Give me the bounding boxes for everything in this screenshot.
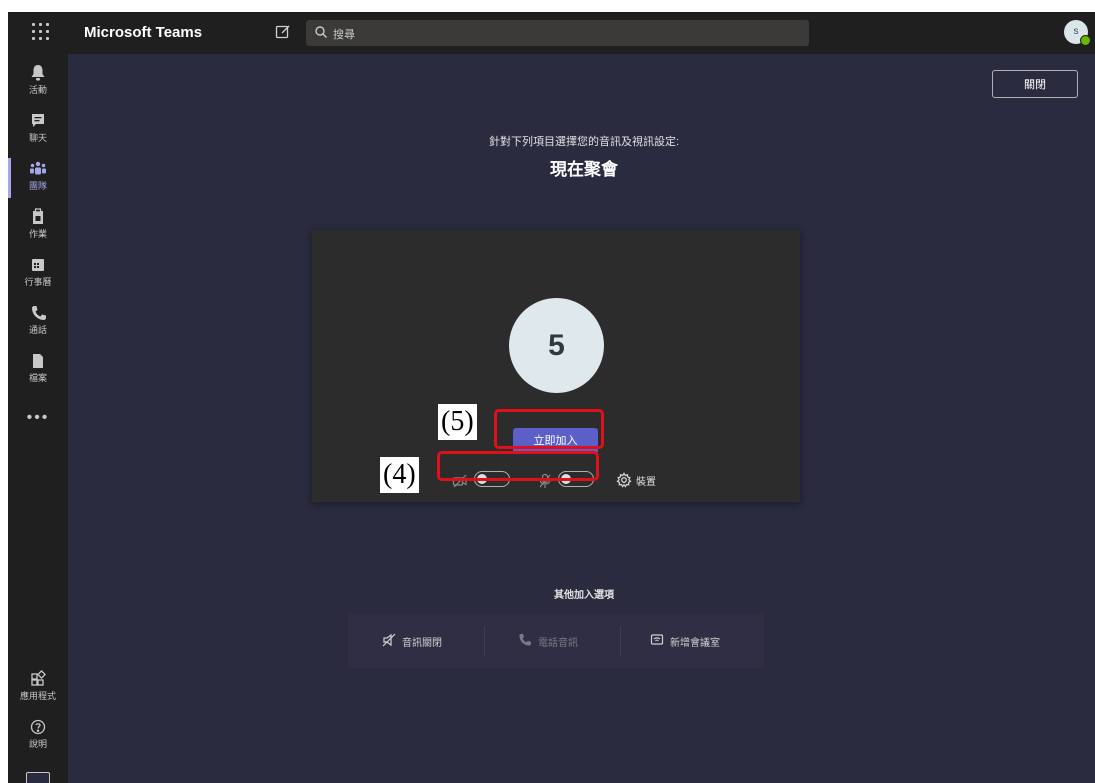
help-icon bbox=[30, 719, 46, 735]
rail-item-teams[interactable]: 團隊 bbox=[8, 156, 68, 202]
phone-audio-label: 電話音訊 bbox=[538, 638, 578, 649]
add-room-label: 新增會議室 bbox=[670, 638, 720, 649]
gear-icon[interactable] bbox=[616, 472, 632, 488]
file-icon bbox=[33, 354, 43, 368]
top-bar: Microsoft Teams 搜尋 s bbox=[8, 12, 1095, 54]
rail-label-assignments: 作業 bbox=[28, 229, 47, 239]
rail-label-calls: 通話 bbox=[28, 325, 47, 335]
chat-icon bbox=[32, 114, 44, 127]
rail-item-apps[interactable]: 應用程式 bbox=[8, 666, 68, 712]
search-placeholder: 搜尋 bbox=[333, 29, 355, 41]
audio-off-label: 音訊關閉 bbox=[402, 638, 442, 649]
rail-item-calls[interactable]: 通話 bbox=[8, 300, 68, 346]
rail-label-help: 說明 bbox=[28, 739, 47, 749]
divider bbox=[620, 626, 621, 656]
app-rail: 活動 聊天 團隊 作業 行事曆 通話 檔案 ••• 應用程式 說明 bbox=[8, 54, 68, 783]
phone-icon bbox=[519, 634, 531, 646]
rail-item-calendar[interactable]: 行事曆 bbox=[8, 252, 68, 298]
app-title: Microsoft Teams bbox=[84, 24, 203, 41]
teams-icon bbox=[30, 161, 46, 175]
search-icon bbox=[314, 25, 329, 40]
search-bar[interactable]: 搜尋 bbox=[306, 20, 809, 46]
apps-icon bbox=[31, 670, 46, 686]
setup-subtitle: 針對下列項目選擇您的音訊及視訊設定: bbox=[488, 136, 680, 148]
more-apps-button[interactable]: ••• bbox=[8, 409, 68, 427]
app-launcher-icon[interactable] bbox=[32, 23, 50, 41]
download-app-icon[interactable] bbox=[26, 772, 50, 783]
annotation-label-5: (5) bbox=[438, 404, 477, 440]
bell-icon bbox=[31, 65, 45, 81]
presence-status-icon bbox=[1080, 35, 1091, 46]
teams-window: Microsoft Teams 搜尋 s 活動 聊天 團隊 作業 行事曆 通話 … bbox=[8, 12, 1095, 783]
calendar-icon bbox=[32, 259, 44, 271]
room-icon bbox=[650, 634, 664, 645]
other-options-bar: 音訊關閉 電話音訊 新增會議室 bbox=[348, 614, 764, 668]
annotation-label-4: (4) bbox=[380, 457, 419, 493]
join-button-highlight bbox=[494, 409, 604, 449]
media-controls-highlight bbox=[437, 451, 599, 481]
divider bbox=[484, 626, 485, 656]
meeting-title: 現在聚會 bbox=[550, 160, 618, 179]
devices-button[interactable]: 裝置 bbox=[636, 473, 656, 488]
rail-label-teams: 團隊 bbox=[28, 181, 47, 191]
rail-label-apps: 應用程式 bbox=[19, 691, 56, 701]
rail-item-files[interactable]: 檔案 bbox=[8, 348, 68, 394]
speaker-off-icon bbox=[382, 633, 396, 647]
rail-label-files: 檔案 bbox=[28, 373, 47, 383]
close-button[interactable]: 關閉 bbox=[992, 70, 1078, 98]
rail-item-assignments[interactable]: 作業 bbox=[8, 204, 68, 250]
rail-label-calendar: 行事曆 bbox=[24, 277, 52, 287]
rail-item-help[interactable]: 說明 bbox=[8, 714, 68, 760]
rail-item-activity[interactable]: 活動 bbox=[8, 60, 68, 106]
rail-label-chat: 聊天 bbox=[28, 133, 47, 143]
phone-icon bbox=[32, 306, 46, 320]
assignments-icon bbox=[33, 208, 43, 224]
preview-avatar: 5 bbox=[509, 298, 604, 393]
compose-icon[interactable] bbox=[275, 24, 291, 40]
rail-label-activity: 活動 bbox=[28, 85, 47, 95]
rail-item-chat[interactable]: 聊天 bbox=[8, 108, 68, 154]
other-options-label: 其他加入選項 bbox=[554, 590, 614, 601]
